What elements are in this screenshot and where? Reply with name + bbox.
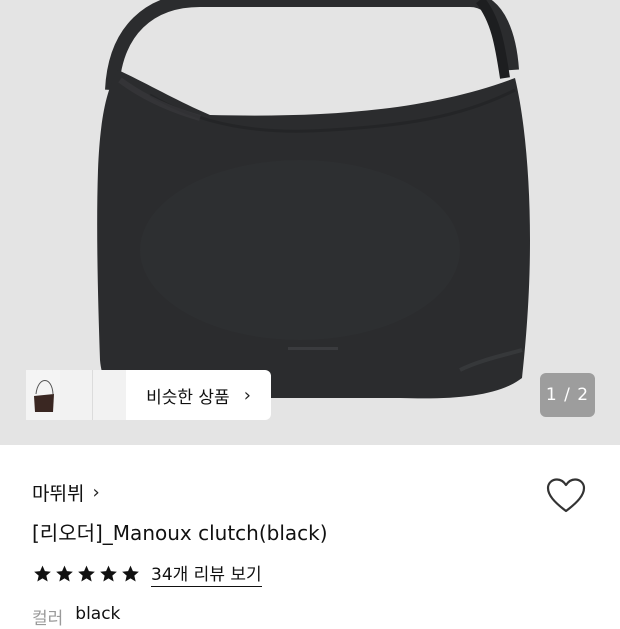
similar-product-thumbnail bbox=[26, 370, 126, 420]
chevron-right-icon: › bbox=[243, 384, 251, 406]
similar-products-thumbnails bbox=[26, 370, 126, 420]
rating-stars bbox=[32, 564, 141, 584]
image-page-counter: 1 / 2 bbox=[540, 373, 595, 417]
brand-name: 마뛰뷔 bbox=[32, 483, 85, 505]
heart-icon bbox=[546, 478, 586, 513]
wishlist-button[interactable] bbox=[546, 478, 586, 518]
brand-link[interactable]: 마뛰뷔 › bbox=[32, 479, 100, 506]
similar-products-label-box[interactable]: 비슷한 상품 › bbox=[126, 370, 271, 420]
page-current: 1 bbox=[545, 385, 558, 405]
star-icon bbox=[56, 565, 73, 581]
chevron-right-icon: › bbox=[92, 482, 100, 503]
star-icon bbox=[78, 565, 95, 581]
color-option-label: 컬러 bbox=[32, 609, 64, 629]
product-rating: 34개 리뷰 보기 bbox=[32, 560, 262, 587]
review-count-link[interactable]: 34개 리뷰 보기 bbox=[151, 560, 262, 587]
star-icon bbox=[122, 565, 139, 581]
star-icon bbox=[100, 565, 117, 581]
star-icon bbox=[34, 565, 51, 581]
color-option-value: black bbox=[75, 604, 121, 624]
similar-products-button[interactable]: 비슷한 상품 › bbox=[26, 370, 271, 420]
page-separator: / bbox=[557, 385, 578, 405]
similar-product-thumbnail bbox=[26, 370, 93, 420]
product-image-carousel[interactable]: 비슷한 상품 › 1 / 2 bbox=[0, 0, 620, 445]
page-total: 2 bbox=[577, 385, 590, 405]
similar-products-label: 비슷한 상품 bbox=[146, 387, 230, 408]
color-option: 컬러 black bbox=[32, 604, 120, 629]
product-title: [리오더]_Manoux clutch(black) bbox=[32, 521, 328, 545]
